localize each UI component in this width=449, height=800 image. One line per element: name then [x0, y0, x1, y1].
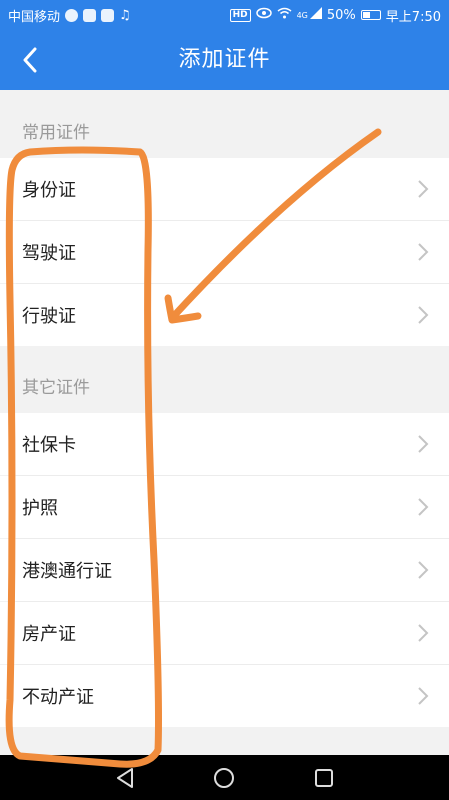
- wechat-icon: [65, 8, 79, 22]
- nav-home-button[interactable]: [211, 765, 237, 791]
- list-item-label: 社保卡: [22, 435, 76, 456]
- app-notification-icon: [83, 8, 97, 22]
- carrier-label: 中国移动: [8, 9, 61, 25]
- page-title: 添加证件: [178, 47, 271, 72]
- chevron-right-icon: [417, 623, 429, 643]
- list-item-property-certificate[interactable]: 房产证: [0, 602, 449, 664]
- music-note-icon: ♫: [119, 7, 131, 23]
- chevron-right-icon: [417, 242, 429, 262]
- list-item-label: 身份证: [22, 180, 76, 201]
- section-header-other: 其它证件: [22, 378, 90, 398]
- chevron-right-icon: [417, 305, 429, 325]
- chevron-right-icon: [417, 179, 429, 199]
- system-nav-bar: [0, 755, 449, 800]
- status-bar: 中国移动 ♫ HD 4G 50% 早上7:50: [0, 0, 449, 30]
- list-item-vehicle-license[interactable]: 行驶证: [0, 284, 449, 346]
- list-item-hk-macau-permit[interactable]: 港澳通行证: [0, 539, 449, 601]
- list-item-label: 房产证: [22, 624, 76, 645]
- list-item-label: 不动产证: [22, 687, 94, 708]
- circle-home-icon: [214, 768, 234, 788]
- location-app-icon: [101, 8, 115, 22]
- nav-back-button[interactable]: [112, 765, 138, 791]
- back-button[interactable]: [14, 44, 46, 76]
- list-item-real-estate-certificate[interactable]: 不动产证: [0, 665, 449, 727]
- chevron-left-icon: [23, 47, 37, 73]
- list-item-social-security-card[interactable]: 社保卡: [0, 413, 449, 475]
- list-item-label: 行驶证: [22, 306, 76, 327]
- network-type: 4G: [296, 10, 308, 20]
- wifi-icon: [277, 7, 292, 23]
- chevron-right-icon: [417, 434, 429, 454]
- chevron-right-icon: [417, 497, 429, 517]
- list-item-label: 护照: [22, 498, 58, 519]
- title-bar: 添加证件: [0, 30, 449, 90]
- list-item-label: 港澳通行证: [22, 561, 112, 582]
- list-item-label: 驾驶证: [22, 243, 76, 264]
- chevron-right-icon: [417, 560, 429, 580]
- list-item-driver-license[interactable]: 驾驶证: [0, 221, 449, 283]
- battery-icon: [360, 10, 381, 20]
- status-time: 早上7:50: [385, 9, 441, 25]
- battery-percent: 50%: [326, 7, 356, 23]
- chevron-right-icon: [417, 686, 429, 706]
- triangle-back-icon: [117, 768, 133, 788]
- nav-recents-button[interactable]: [311, 765, 337, 791]
- section-header-common: 常用证件: [22, 123, 90, 143]
- eye-icon: [255, 7, 272, 23]
- hd-badge: HD: [229, 8, 251, 22]
- square-recents-icon: [315, 769, 333, 787]
- list-item-id-card[interactable]: 身份证: [0, 158, 449, 220]
- list-item-passport[interactable]: 护照: [0, 476, 449, 538]
- signal-icon: [309, 7, 322, 23]
